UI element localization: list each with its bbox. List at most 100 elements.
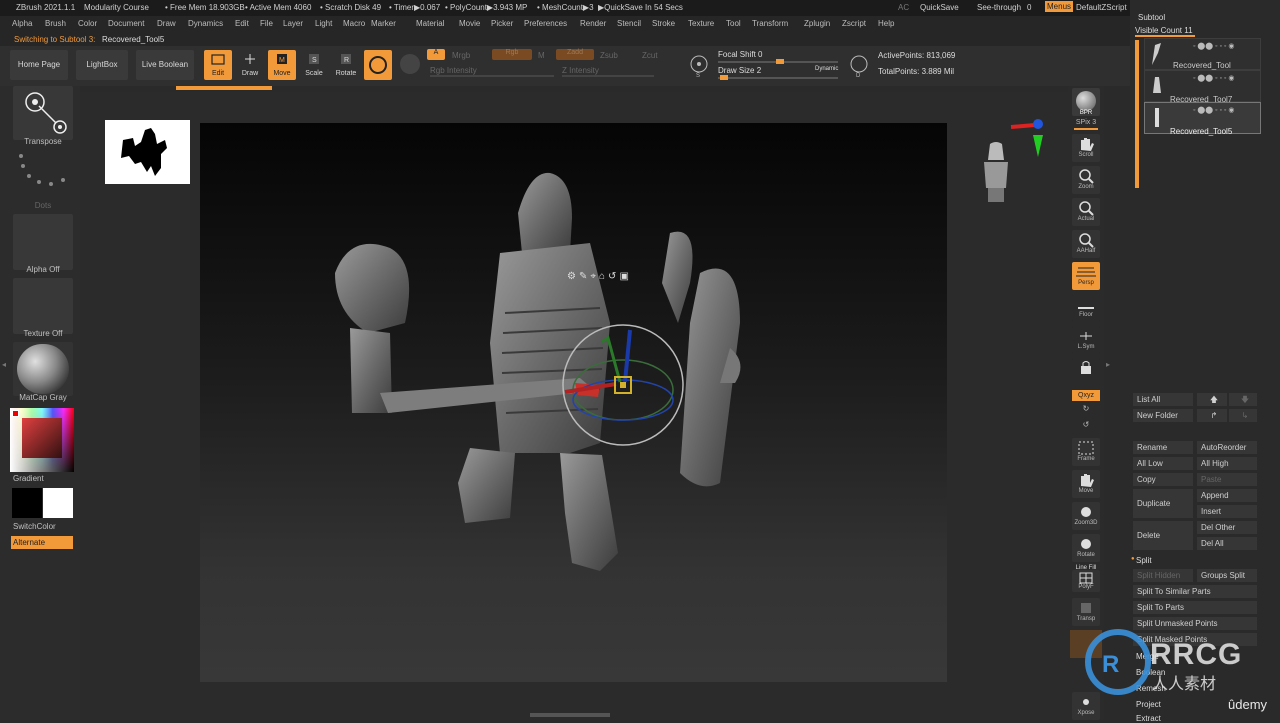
visible-count-slider[interactable]: Visible Count 11 [1135, 26, 1193, 35]
alternate-button[interactable]: Alternate [11, 536, 73, 549]
menu-tool[interactable]: Tool [726, 19, 741, 28]
bottom-scroll-handle[interactable] [530, 713, 610, 717]
del-other-button[interactable]: Del Other [1197, 521, 1257, 534]
menu-edit[interactable]: Edit [235, 19, 249, 28]
spix-track[interactable] [1074, 128, 1098, 130]
menu-help[interactable]: Help [878, 19, 894, 28]
switchcolor-button[interactable]: SwitchColor [13, 522, 56, 531]
gear-icon[interactable]: ⚙ [567, 271, 579, 282]
menu-macro[interactable]: Macro [343, 19, 365, 28]
menu-render[interactable]: Render [580, 19, 606, 28]
split-similar-button[interactable]: Split To Similar Parts [1133, 585, 1257, 598]
menu-layer[interactable]: Layer [283, 19, 303, 28]
rgb-intensity-track[interactable] [430, 75, 554, 77]
menu-file[interactable]: File [260, 19, 273, 28]
del-all-button[interactable]: Del All [1197, 537, 1257, 550]
menu-zscript[interactable]: Zscript [842, 19, 866, 28]
a-toggle[interactable]: A [427, 49, 445, 60]
menu-stroke[interactable]: Stroke [652, 19, 675, 28]
rotate-button[interactable]: R Rotate [332, 50, 360, 80]
gizmo-button[interactable] [364, 50, 392, 80]
texture-button[interactable] [13, 278, 73, 334]
folder-arrow-dim-icon[interactable]: ↳ [1229, 409, 1257, 422]
menu-picker[interactable]: Picker [491, 19, 513, 28]
color-picker[interactable] [10, 408, 74, 472]
copy-button[interactable]: Copy [1133, 473, 1193, 486]
split-section-header[interactable]: Split [1136, 556, 1152, 565]
append-button[interactable]: Append [1197, 489, 1257, 502]
edit-button[interactable]: Edit [204, 50, 232, 80]
subtool-toggles-icon[interactable]: ◦ ⬤⬤ ◦ ◦ ◦ ◉ [1193, 74, 1234, 82]
subtool-item-selected[interactable]: Recovered_Tool5 ◦ ⬤⬤ ◦ ◦ ◦ ◉ [1144, 102, 1261, 136]
transpose-button[interactable] [13, 86, 73, 140]
menu-zplugin[interactable]: Zplugin [804, 19, 830, 28]
lazy-mouse-icon[interactable]: S [688, 54, 710, 78]
groups-split-button[interactable]: Groups Split [1197, 569, 1257, 582]
dynamic-toggle[interactable]: Dynamic [815, 66, 838, 72]
all-low-button[interactable]: All Low [1133, 457, 1193, 470]
move-up-arrow-icon[interactable]: 🡅 [1197, 393, 1227, 406]
focal-shift-slider[interactable]: Focal Shift 0 [718, 50, 762, 59]
subtool-item[interactable]: Recovered_Tool7 ◦ ⬤⬤ ◦ ◦ ◦ ◉ [1144, 70, 1261, 104]
menu-preferences[interactable]: Preferences [524, 19, 567, 28]
lock-button[interactable] [1072, 358, 1100, 386]
menus-button[interactable]: Menus [1045, 1, 1074, 12]
menu-texture[interactable]: Texture [688, 19, 714, 28]
zcut-toggle[interactable]: Zcut [642, 51, 658, 60]
rotate-y-icon[interactable]: ↻ [1068, 404, 1104, 413]
subtool-header[interactable]: Subtool [1138, 13, 1165, 22]
autoreorder-button[interactable]: AutoReorder [1197, 441, 1257, 454]
rgb-toggle[interactable]: Rgb [492, 49, 532, 60]
z-intensity-track[interactable] [562, 75, 654, 77]
home-icon[interactable]: ⌂ [599, 271, 608, 282]
menu-document[interactable]: Document [108, 19, 144, 28]
subtool-toggles-icon[interactable]: ◦ ⬤⬤ ◦ ◦ ◦ ◉ [1193, 42, 1234, 50]
menu-light[interactable]: Light [315, 19, 332, 28]
color-square[interactable] [22, 418, 62, 458]
gizmo-toolbar[interactable]: ⚙✎⌖⌂↺▣ [567, 271, 632, 282]
split-parts-button[interactable]: Split To Parts [1133, 601, 1257, 614]
scale-button[interactable]: S Scale [300, 50, 328, 80]
duplicate-button[interactable]: Duplicate [1133, 489, 1193, 518]
delete-button[interactable]: Delete [1133, 521, 1193, 550]
material-button[interactable] [13, 342, 73, 396]
menu-brush[interactable]: Brush [45, 19, 66, 28]
menu-dynamics[interactable]: Dynamics [188, 19, 223, 28]
see-through-slider[interactable]: See-through [977, 3, 1021, 12]
visible-count-track[interactable] [1135, 35, 1195, 37]
menu-color[interactable]: Color [78, 19, 97, 28]
insert-button[interactable]: Insert [1197, 505, 1257, 518]
subtool-toggles-icon[interactable]: ◦ ⬤⬤ ◦ ◦ ◦ ◉ [1193, 106, 1234, 114]
menu-material[interactable]: Material [416, 19, 444, 28]
paste-button[interactable]: Paste [1197, 473, 1257, 486]
menu-stencil[interactable]: Stencil [617, 19, 641, 28]
primary-color-swatch[interactable] [12, 488, 42, 518]
quicksave-button[interactable]: QuickSave [920, 3, 959, 12]
zsub-toggle[interactable]: Zsub [600, 51, 618, 60]
pin-icon[interactable]: ✎ [579, 271, 590, 282]
z-intensity-slider[interactable]: Z Intensity [562, 66, 599, 75]
transform-gizmo[interactable] [560, 320, 690, 450]
location-icon[interactable]: ⌖ [590, 271, 599, 282]
xyz-button[interactable]: Qxyz [1072, 390, 1100, 401]
focal-shift-knob[interactable] [776, 59, 784, 64]
spix-slider[interactable]: SPix 3 [1068, 119, 1104, 126]
draw-button[interactable]: Draw [236, 50, 264, 80]
menu-alpha[interactable]: Alpha [12, 19, 32, 28]
left-collapse-icon[interactable]: ◂ [2, 360, 6, 369]
stroke-dots-button[interactable] [13, 150, 73, 202]
draw-size-knob[interactable] [720, 75, 728, 80]
menu-draw[interactable]: Draw [157, 19, 176, 28]
menu-movie[interactable]: Movie [459, 19, 480, 28]
reset-icon[interactable]: ↺ [608, 271, 619, 282]
menu-transform[interactable]: Transform [752, 19, 788, 28]
mrgb-toggle[interactable]: Mrgb [452, 51, 470, 60]
menu-marker[interactable]: Marker [371, 19, 396, 28]
new-folder-button[interactable]: New Folder [1133, 409, 1193, 422]
material-sphere-icon[interactable] [400, 54, 420, 74]
axis-indicator-icon[interactable] [1005, 115, 1055, 163]
draw-size-slider[interactable]: Draw Size 2 [718, 66, 761, 75]
folder-arrow-icon[interactable]: ↱ [1197, 409, 1227, 422]
extract-section-header[interactable]: Extract [1136, 714, 1161, 723]
subtool-item[interactable]: Recovered_Tool ◦ ⬤⬤ ◦ ◦ ◦ ◉ [1144, 38, 1261, 70]
